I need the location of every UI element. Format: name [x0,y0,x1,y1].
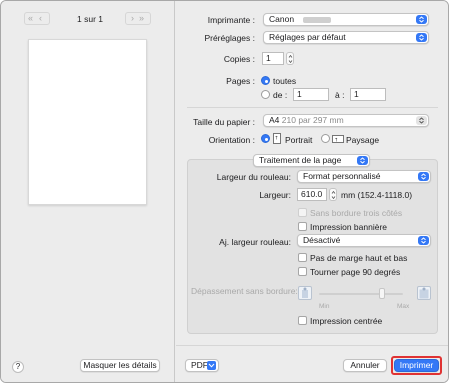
paper-size-label: Taille du papier : [193,117,255,127]
section-popup[interactable]: Traitement de la page [253,154,370,167]
no-top-bottom-margin-label: Pas de marge haut et bas [310,253,408,263]
orientation-landscape-radio[interactable] [321,134,330,143]
section-popup-value: Traitement de la page [259,155,342,165]
borderless-extension-label: Dépassement sans bordure: [191,286,298,296]
orientation-portrait-radio[interactable] [261,134,270,143]
copies-label: Copies : [223,54,255,64]
chevron-updown-icon [416,33,427,42]
presets-popup[interactable]: Réglages par défaut [263,31,429,44]
extension-slider-knob[interactable] [379,288,385,299]
svg-text:↑: ↑ [274,136,278,142]
copies-field[interactable]: 1 [262,52,284,65]
adjust-roll-width-label: Aj. largeur rouleau: [219,237,291,247]
presets-label: Préréglages : [204,33,255,43]
paper-size-value: A4 [269,115,280,125]
printer-label: Imprimante : [207,15,255,25]
landscape-icon: ↑ [332,135,344,144]
pdf-label: PDF [191,360,208,370]
width-field[interactable]: 610.0 [297,188,327,201]
rotate-page-90-label: Tourner page 90 degrés [310,267,401,277]
banner-print-label: Impression bannière [310,222,388,232]
printer-value: Canon [269,14,295,24]
slider-min-label: Min [319,303,330,310]
landscape-label: Paysage [346,135,380,145]
width-stepper[interactable] [329,188,337,201]
width-label: Largeur: [259,190,291,200]
next-last-page-button[interactable]: ›» [125,12,151,25]
pages-to-label: à : [335,90,345,100]
pages-from-label: de : [273,90,288,100]
preview-pane: «‹ 1 sur 1 ›» ? Masquer les détails [1,1,175,382]
next-icon: › [131,13,134,23]
rewind-icon: « [28,13,34,23]
print-button[interactable]: Imprimer [394,359,439,372]
first-prev-page-button[interactable]: «‹ [24,12,50,25]
chevron-updown-icon [416,15,427,24]
rotate-page-90-checkbox[interactable] [298,267,307,276]
paper-size-detail: 210 par 297 mm [281,115,344,125]
chevron-updown-icon [418,236,429,245]
orientation-label: Orientation : [208,135,255,145]
page-indicator: 1 sur 1 [77,14,103,24]
centered-print-checkbox[interactable] [298,316,307,325]
slider-max-label: Max [397,303,410,310]
presets-value: Réglages par défaut [269,32,346,42]
chevron-updown-icon [418,172,429,181]
adjust-roll-width-popup[interactable]: Désactivé [297,234,431,247]
divider [187,107,438,108]
no-top-bottom-margin-checkbox[interactable] [298,253,307,262]
pages-all-label: toutes [273,76,297,86]
borderless-three-sides-label: Sans bordure trois côtés [310,208,403,218]
pages-all-radio[interactable] [261,76,270,85]
max-extension-icon [417,286,431,300]
printer-popup[interactable]: Canon [263,13,429,26]
chevron-updown-icon [357,156,368,165]
roll-width-popup[interactable]: Format personnalisé [297,170,431,183]
pages-from-field[interactable]: 1 [293,88,329,101]
copies-stepper[interactable] [286,52,294,65]
footer-divider [176,345,448,346]
pages-label: Pages : [226,76,255,86]
paper-size-popup[interactable]: A4 210 par 297 mm [263,114,429,127]
roll-width-label: Largeur du rouleau: [216,172,291,182]
centered-print-label: Impression centrée [310,316,383,326]
borderless-three-sides-checkbox[interactable] [298,208,307,217]
min-extension-icon [298,286,312,300]
pages-range-radio[interactable] [261,90,270,99]
print-dialog: «‹ 1 sur 1 ›» ? Masquer les détails Impr… [0,0,449,383]
hide-details-button[interactable]: Masquer les détails [80,359,160,372]
roll-width-value: Format personnalisé [303,171,381,181]
printer-model-redacted [303,17,331,23]
extension-slider-track[interactable] [319,293,403,295]
portrait-icon: ↑ [273,133,281,144]
chevron-down-icon [207,361,216,370]
portrait-label: Portrait [285,135,313,145]
fast-forward-icon: » [139,13,145,23]
page-preview [28,39,147,205]
help-button[interactable]: ? [12,361,24,373]
pdf-menu-button[interactable]: PDF [185,359,219,372]
adjust-roll-width-value: Désactivé [303,235,341,245]
svg-text:↑: ↑ [334,138,338,144]
prev-icon: ‹ [39,13,42,23]
banner-print-checkbox[interactable] [298,222,307,231]
pages-to-field[interactable]: 1 [350,88,386,101]
cancel-button[interactable]: Annuler [343,359,387,372]
width-units: mm (152.4-1118.0) [341,190,413,200]
help-label: ? [15,362,21,371]
chevron-updown-icon [416,116,427,125]
